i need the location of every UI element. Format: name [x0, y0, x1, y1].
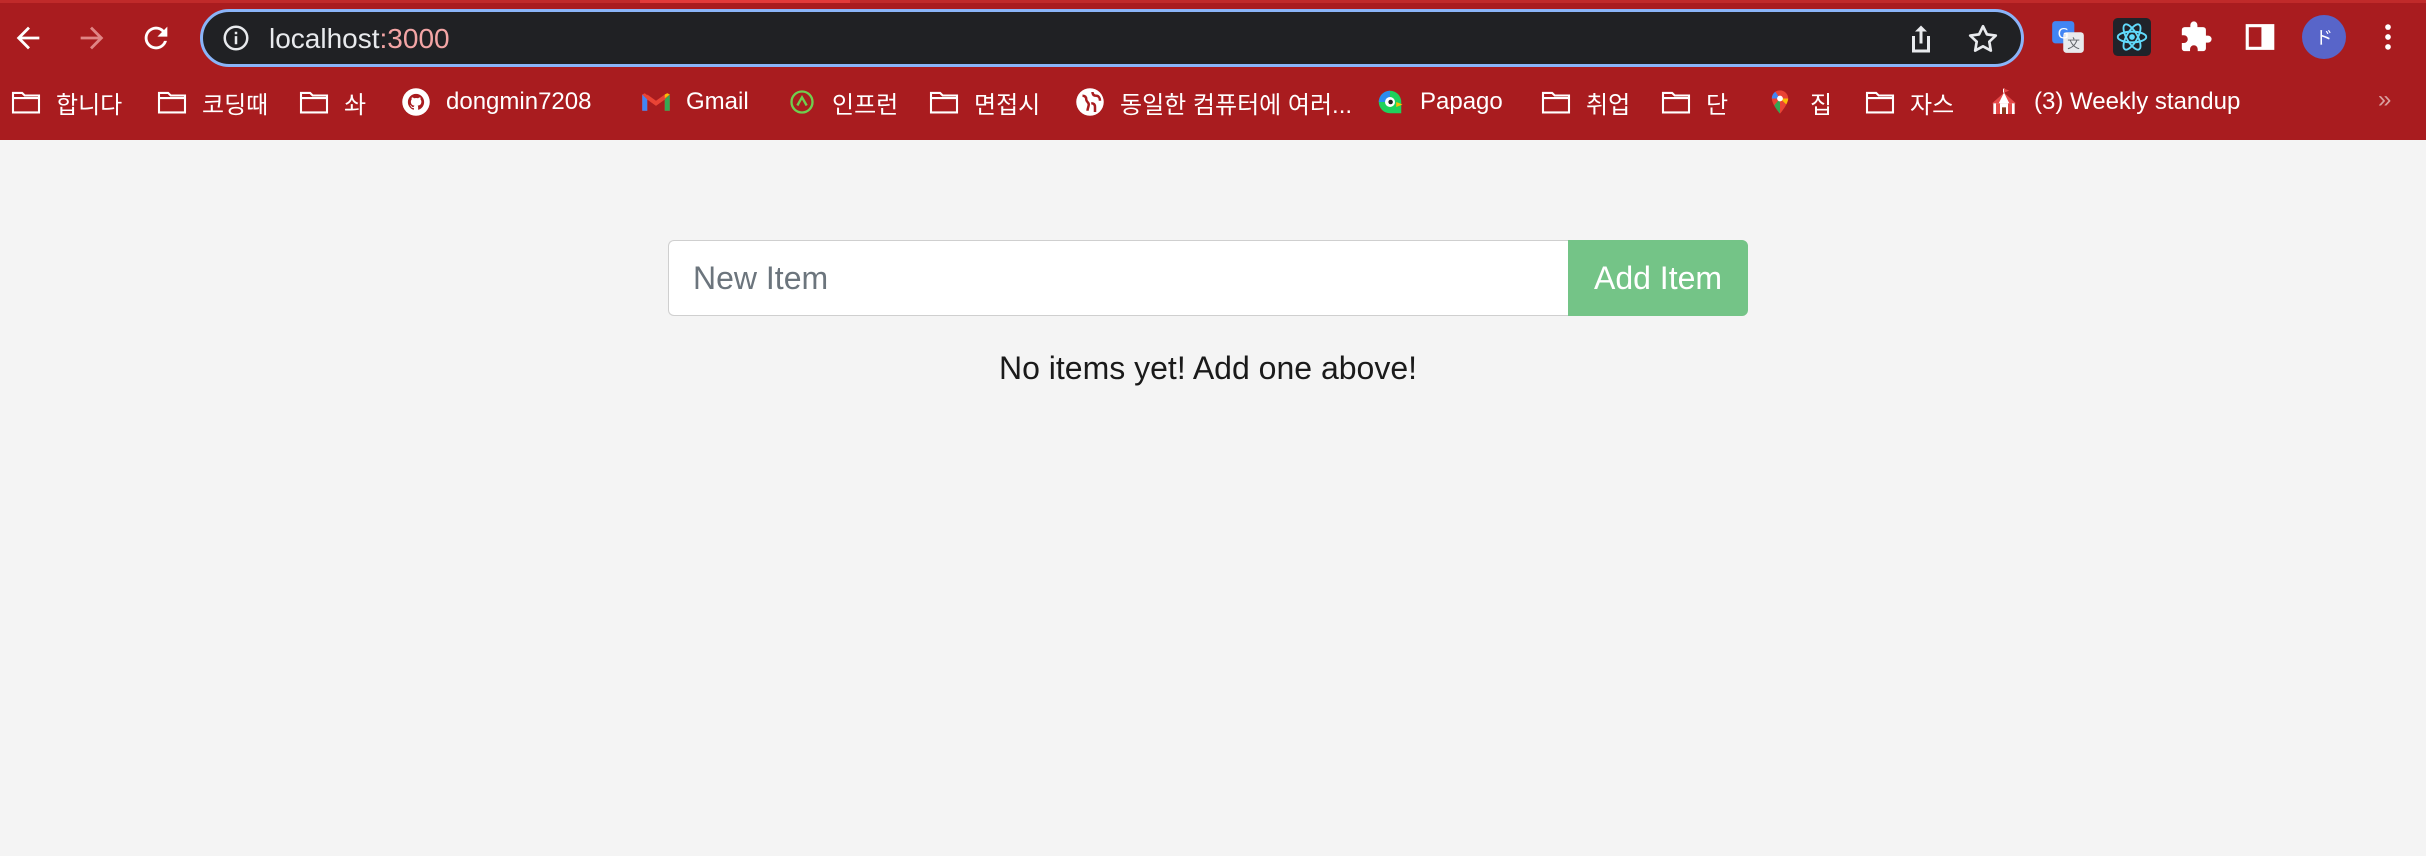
bookmark-label: 단 [1706, 91, 1729, 119]
address-bar[interactable]: localhost:3000 [200, 9, 2024, 67]
more-vertical-icon [2385, 24, 2391, 50]
globe-icon [1074, 87, 1106, 117]
side-panel-icon [2245, 24, 2275, 50]
bookmark-item[interactable]: 인프런 [786, 84, 898, 120]
google-translate-icon: G 文 [2052, 21, 2084, 53]
url-host: localhost [269, 23, 380, 54]
url-text[interactable]: localhost:3000 [269, 23, 450, 55]
new-item-input[interactable] [668, 240, 1568, 316]
add-item-button[interactable]: Add Item [1568, 240, 1748, 316]
share-icon[interactable] [1903, 21, 1939, 57]
tab-strip-edge [0, 0, 2426, 3]
bookmark-star-icon[interactable] [1965, 21, 2001, 57]
back-button[interactable] [2, 12, 54, 64]
bookmark-label: 합니다 [56, 91, 123, 119]
bookmark-label: 동일한 컴퓨터에 여러... [1120, 91, 1353, 119]
inflearn-icon [786, 87, 818, 117]
arrow-right-icon [80, 26, 104, 50]
arrow-left-icon [16, 26, 40, 50]
bookmark-item[interactable]: 동일한 컴퓨터에 여러... [1074, 84, 1352, 120]
github-icon [400, 87, 432, 117]
profile-avatar[interactable]: ド [2302, 15, 2346, 59]
folder-icon [156, 87, 188, 117]
forward-button[interactable] [66, 12, 118, 64]
reload-icon [144, 26, 168, 50]
bookmark-item[interactable]: Gmail [640, 84, 749, 120]
bookmark-label: (3) Weekly standup [2034, 88, 2241, 115]
gmail-icon [640, 87, 672, 117]
bookmark-item[interactable]: 자스 [1864, 84, 1954, 120]
bookmarks-bar: 합니다 코딩때 솨 dongmin7208 Gmail 인프런 면접시 동일한 [0, 80, 2426, 124]
extensions-button[interactable] [2176, 17, 2216, 57]
bookmark-item[interactable]: 집 [1764, 84, 1832, 120]
bookmark-label: 코딩때 [202, 91, 269, 119]
bookmark-item[interactable]: (3) Weekly standup [1988, 84, 2240, 120]
bookmark-item[interactable]: dongmin7208 [400, 84, 591, 120]
more-bookmarks-chevron-icon[interactable]: » [2378, 86, 2391, 114]
bookmark-item[interactable]: 합니다 [10, 84, 122, 120]
side-panel-button[interactable] [2240, 17, 2280, 57]
bookmark-label: Papago [1420, 88, 1503, 115]
folder-icon [928, 87, 960, 117]
bookmark-label: Gmail [686, 88, 749, 115]
browser-chrome: localhost:3000 G 文 ド 합니다 코딩때 솨 dongmin72… [0, 0, 2426, 140]
maps-pin-icon [1764, 87, 1796, 117]
reload-button[interactable] [130, 12, 182, 64]
folder-icon [10, 87, 42, 117]
bookmark-item[interactable]: 솨 [298, 84, 366, 120]
puzzle-icon [2181, 21, 2212, 52]
bookmark-label: 자스 [1910, 91, 1955, 119]
info-icon[interactable] [221, 23, 251, 53]
folder-icon [1864, 87, 1896, 117]
url-port: :3000 [379, 23, 450, 54]
folder-icon [1660, 87, 1692, 117]
bookmark-label: 취업 [1586, 91, 1631, 119]
papago-icon [1374, 87, 1406, 117]
bookmark-label: 면접시 [974, 91, 1041, 119]
bookmark-item[interactable]: 취업 [1540, 84, 1630, 120]
google-translate-extension[interactable]: G 文 [2048, 17, 2088, 57]
circus-tent-icon [1988, 87, 2020, 117]
svg-text:文: 文 [2067, 36, 2080, 51]
folder-icon [298, 87, 330, 117]
folder-icon [1540, 87, 1572, 117]
bookmark-item[interactable]: 면접시 [928, 84, 1040, 120]
bookmark-label: 솨 [344, 91, 367, 119]
bookmark-item[interactable]: 단 [1660, 84, 1728, 120]
empty-list-message: No items yet! Add one above! [998, 350, 1418, 386]
react-devtools-extension[interactable] [2112, 17, 2152, 57]
bookmark-label: 인프런 [832, 91, 899, 119]
add-item-form: Add Item [668, 240, 1748, 316]
bookmark-label: dongmin7208 [446, 88, 592, 115]
bookmark-item[interactable]: 코딩때 [156, 84, 268, 120]
bookmark-item[interactable]: Papago [1374, 84, 1503, 120]
chrome-menu-button[interactable] [2368, 17, 2408, 57]
bookmark-label: 집 [1810, 91, 1833, 119]
react-icon [2113, 18, 2151, 56]
